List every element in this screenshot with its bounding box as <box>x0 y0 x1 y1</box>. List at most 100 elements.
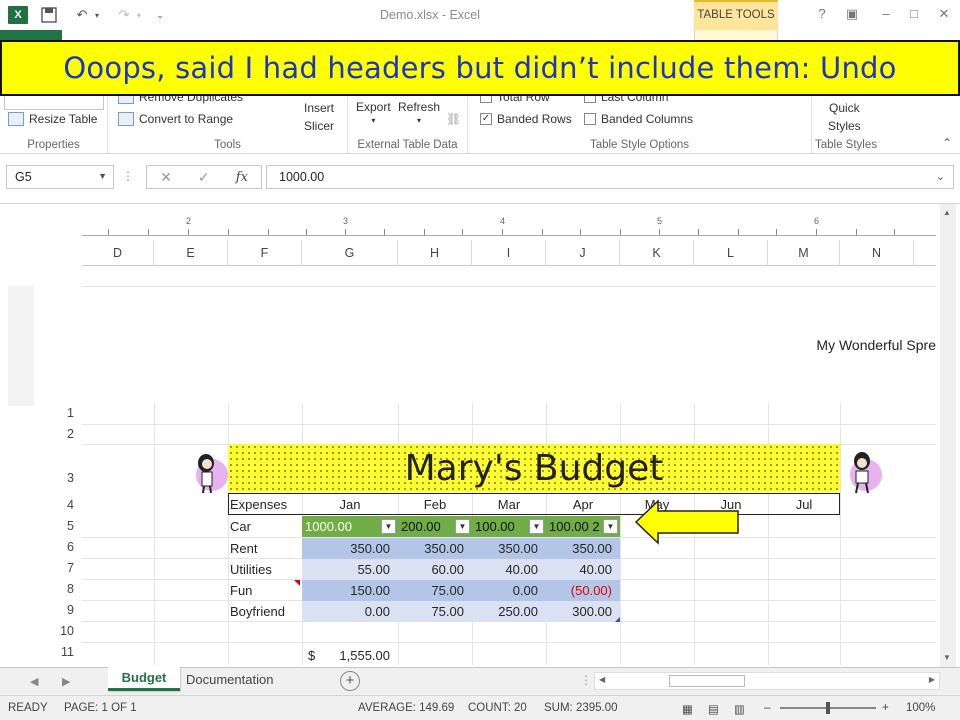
expand-formula-icon[interactable]: ⌄ <box>936 170 945 183</box>
vertical-scrollbar[interactable]: ▲ ▼ <box>940 204 956 668</box>
table-resize-handle-icon[interactable] <box>615 617 620 622</box>
scroll-right-icon[interactable]: ▶ <box>929 675 935 684</box>
scroll-left-icon[interactable]: ◀ <box>599 675 605 684</box>
table-cell[interactable]: 60.00 <box>398 559 472 580</box>
zoom-out-icon[interactable]: – <box>764 702 770 714</box>
filter-header-cell[interactable]: 200.00 ▼ <box>398 516 472 537</box>
name-box[interactable]: G5 ▼ <box>6 165 114 189</box>
row-header[interactable]: 3 <box>42 471 74 485</box>
minimize-icon[interactable]: – <box>876 6 896 21</box>
table-cell-negative[interactable]: (50.00) <box>546 580 620 601</box>
table-cell[interactable]: 75.00 <box>398 601 472 622</box>
table-cell[interactable]: 350.00 <box>302 538 398 559</box>
formula-input[interactable]: 1000.00 ⌄ <box>266 165 954 189</box>
header-cell-mar[interactable]: Mar <box>472 494 546 515</box>
normal-view-icon[interactable]: ▦ <box>682 702 693 716</box>
table-cell[interactable]: 300.00 <box>546 601 620 622</box>
filter-dropdown-icon[interactable]: ▼ <box>603 519 618 534</box>
formula-bar-grip-icon[interactable]: ⋮ <box>122 169 134 183</box>
table-cell[interactable]: 55.00 <box>302 559 398 580</box>
column-header-l[interactable]: L <box>694 240 768 266</box>
header-cell-expenses[interactable]: Expenses <box>230 494 302 515</box>
table-cell[interactable]: 150.00 <box>302 580 398 601</box>
row-label-boyfriend[interactable]: Boyfriend <box>230 601 302 622</box>
comment-indicator-icon[interactable] <box>294 580 300 586</box>
row-header[interactable]: 1 <box>42 406 74 420</box>
row-label-fun[interactable]: Fun <box>230 580 302 601</box>
horizontal-scrollbar[interactable]: ◀ ▶ <box>594 672 940 690</box>
close-icon[interactable]: ✕ <box>934 6 954 22</box>
unlink-icon[interactable]: ⛓ <box>446 112 461 126</box>
refresh-button[interactable]: Refresh ▾ <box>398 100 440 125</box>
column-header-f[interactable]: F <box>228 240 302 266</box>
undo-dropdown-icon[interactable]: ▾ <box>92 6 102 24</box>
table-cell[interactable]: 350.00 <box>472 538 546 559</box>
name-box-dropdown-icon[interactable]: ▼ <box>98 171 107 181</box>
row-header[interactable]: 10 <box>42 624 74 638</box>
zoom-slider[interactable] <box>780 702 876 714</box>
header-cell-jul[interactable]: Jul <box>768 494 840 515</box>
column-header-n[interactable]: N <box>840 240 914 266</box>
filter-header-cell[interactable]: 100.00 2 ▼ <box>546 516 620 537</box>
column-header-h[interactable]: H <box>398 240 472 266</box>
page-layout-view-icon[interactable]: ▤ <box>708 702 719 716</box>
scroll-up-icon[interactable]: ▲ <box>943 208 951 217</box>
zoom-slider-thumb[interactable] <box>826 702 830 714</box>
banded-rows-checkbox[interactable]: ✓ Banded Rows <box>480 112 572 126</box>
row-label-car[interactable]: Car <box>230 516 302 537</box>
tab-budget[interactable]: Budget <box>108 667 180 691</box>
table-cell[interactable]: 40.00 <box>546 559 620 580</box>
row-header[interactable]: 7 <box>42 561 74 575</box>
budget-title-banner[interactable]: Mary's Budget <box>228 444 840 492</box>
header-cell-apr[interactable]: Apr <box>546 494 620 515</box>
maximize-icon[interactable]: □ <box>904 6 924 21</box>
row-header[interactable]: 5 <box>42 519 74 533</box>
total-value[interactable]: 1,555.00 <box>322 645 398 666</box>
resize-table-button[interactable]: Resize Table <box>8 112 97 126</box>
zoom-level[interactable]: 100% <box>906 702 935 714</box>
filter-dropdown-icon[interactable]: ▼ <box>529 519 544 534</box>
next-sheet-icon[interactable]: ▶ <box>62 675 70 688</box>
cell-grid[interactable]: 1 2 3 4 5 6 7 8 9 10 11 Mary's Budget Ex… <box>60 403 936 666</box>
filter-header-cell[interactable]: 100.00 ▼ <box>472 516 546 537</box>
row-header[interactable]: 6 <box>42 540 74 554</box>
insert-slicer-button[interactable]: Insert Slicer <box>304 100 334 134</box>
row-header[interactable]: 2 <box>42 427 74 441</box>
table-cell[interactable]: 0.00 <box>302 601 398 622</box>
row-header[interactable]: 8 <box>42 582 74 596</box>
page-break-view-icon[interactable]: ▥ <box>734 702 745 716</box>
scroll-down-icon[interactable]: ▼ <box>943 653 951 662</box>
column-header-m[interactable]: M <box>768 240 840 266</box>
filter-header-cell[interactable]: 1000.00 ▼ <box>302 516 398 537</box>
filter-dropdown-icon[interactable]: ▼ <box>381 519 396 534</box>
enter-icon[interactable]: ✓ <box>198 169 210 186</box>
export-button[interactable]: Export ▾ <box>356 100 391 125</box>
column-header-k[interactable]: K <box>620 240 694 266</box>
undo-icon[interactable]: ↶ <box>72 6 92 24</box>
worksheet[interactable]: 2 3 4 5 6 D E F G H I J K L M N My Wonde… <box>0 203 960 668</box>
column-header-i[interactable]: I <box>472 240 546 266</box>
add-sheet-icon[interactable]: + <box>340 671 360 691</box>
table-cell[interactable]: 75.00 <box>398 580 472 601</box>
page-header-area[interactable]: My Wonderful Spre <box>82 286 936 406</box>
convert-to-range-button[interactable]: Convert to Range <box>118 112 233 126</box>
column-header-d[interactable]: D <box>82 240 154 266</box>
table-cell[interactable]: 40.00 <box>472 559 546 580</box>
cancel-icon[interactable]: ✕ <box>160 169 172 186</box>
row-header[interactable]: 11 <box>42 645 74 659</box>
table-cell[interactable]: 250.00 <box>472 601 546 622</box>
customize-qat-icon[interactable]: ⌄ <box>154 6 166 24</box>
row-header[interactable]: 9 <box>42 603 74 617</box>
table-cell[interactable]: 350.00 <box>546 538 620 559</box>
prev-sheet-icon[interactable]: ◀ <box>30 675 38 688</box>
collapse-ribbon-icon[interactable]: ⌃ <box>942 136 952 150</box>
header-cell-feb[interactable]: Feb <box>398 494 472 515</box>
row-header[interactable]: 4 <box>42 498 74 512</box>
table-cell[interactable]: 350.00 <box>398 538 472 559</box>
header-cell-jan[interactable]: Jan <box>302 494 398 515</box>
column-header-j[interactable]: J <box>546 240 620 266</box>
quick-styles-button[interactable]: Quick Styles <box>828 100 861 134</box>
help-icon[interactable]: ? <box>812 6 832 21</box>
filter-dropdown-icon[interactable]: ▼ <box>455 519 470 534</box>
horizontal-scroll-thumb[interactable] <box>669 675 745 687</box>
